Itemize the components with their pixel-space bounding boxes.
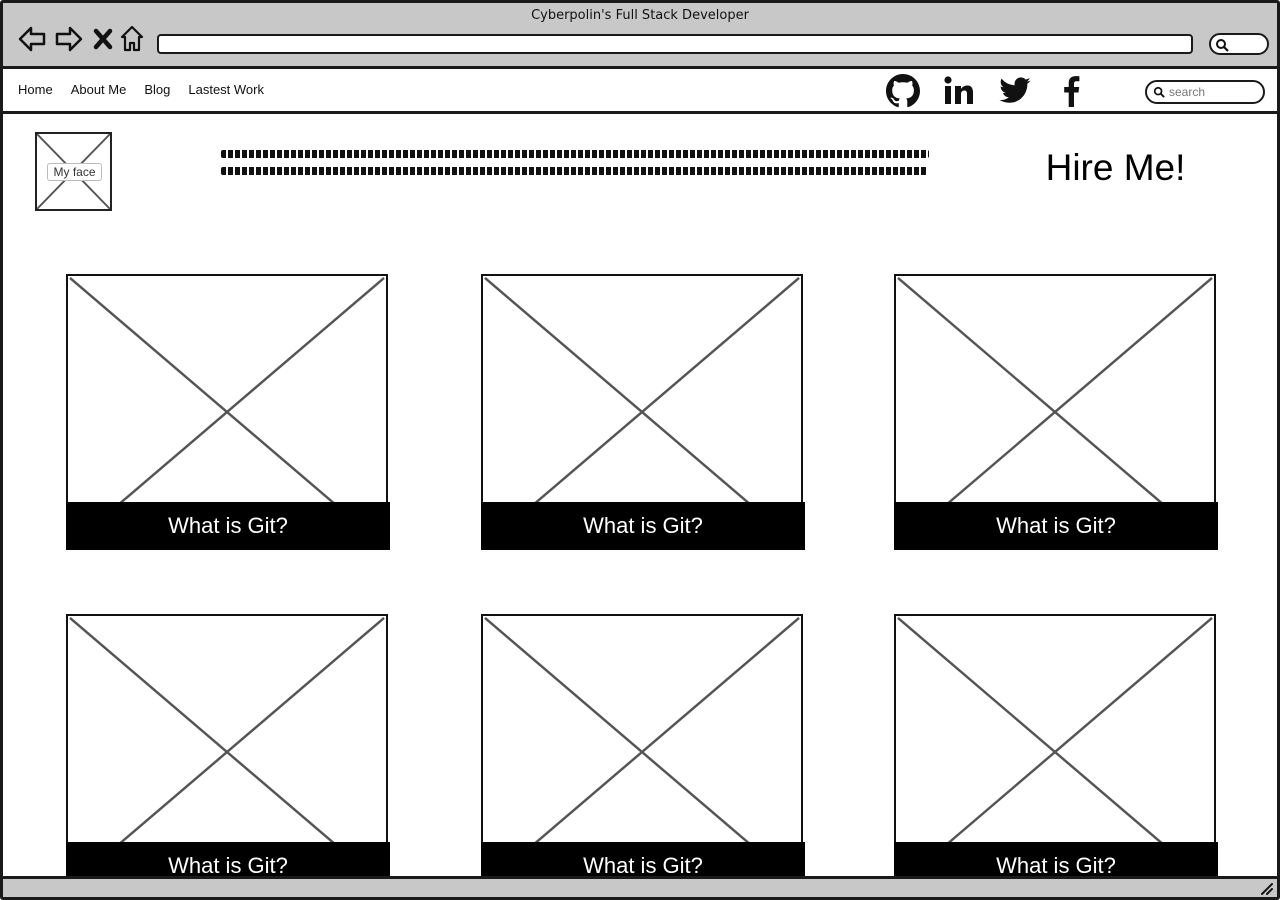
nav-item-home[interactable]: Home — [18, 82, 53, 97]
browser-window: Cyberpolin's Full Stack Developer Home A… — [0, 0, 1280, 900]
facebook-icon[interactable] — [1055, 74, 1089, 108]
site-search-field[interactable] — [1145, 80, 1265, 104]
avatar: My face — [35, 132, 112, 211]
linkedin-icon[interactable] — [942, 74, 976, 108]
back-arrow-icon[interactable] — [17, 24, 47, 54]
intro-text-line — [221, 150, 929, 158]
home-icon[interactable] — [119, 24, 145, 54]
resize-grip-icon[interactable] — [1259, 881, 1273, 895]
blog-card[interactable]: What is Git? — [66, 274, 390, 550]
blog-card[interactable]: What is Git? — [66, 614, 390, 890]
github-icon[interactable] — [886, 74, 920, 108]
hire-me-link[interactable]: Hire Me! — [1033, 147, 1198, 189]
nav-item-latest-work[interactable]: Lastest Work — [188, 82, 264, 97]
status-bar — [3, 876, 1277, 897]
blog-card[interactable]: What is Git? — [894, 274, 1218, 550]
nav-item-about-me[interactable]: About Me — [71, 82, 127, 97]
nav-item-blog[interactable]: Blog — [144, 82, 170, 97]
search-icon — [1216, 39, 1229, 52]
forward-arrow-icon[interactable] — [54, 24, 84, 54]
avatar-label: My face — [47, 163, 102, 181]
address-bar[interactable] — [157, 34, 1193, 54]
search-input[interactable] — [1169, 85, 1259, 99]
blog-card[interactable]: What is Git? — [894, 614, 1218, 890]
card-caption: What is Git? — [894, 502, 1218, 550]
main-nav: Home About Me Blog Lastest Work — [18, 82, 264, 97]
window-title: Cyberpolin's Full Stack Developer — [531, 8, 749, 23]
blog-card[interactable]: What is Git? — [481, 274, 805, 550]
twitter-icon[interactable] — [998, 74, 1032, 108]
close-x-icon[interactable] — [91, 24, 115, 54]
search-icon — [1153, 86, 1165, 98]
browser-chrome: Cyberpolin's Full Stack Developer — [3, 3, 1277, 69]
card-caption: What is Git? — [481, 502, 805, 550]
card-caption: What is Git? — [66, 502, 390, 550]
intro-text-line — [221, 167, 927, 175]
browser-search-field[interactable] — [1209, 33, 1269, 55]
blog-card[interactable]: What is Git? — [481, 614, 805, 890]
site-header: Home About Me Blog Lastest Work — [3, 69, 1277, 114]
